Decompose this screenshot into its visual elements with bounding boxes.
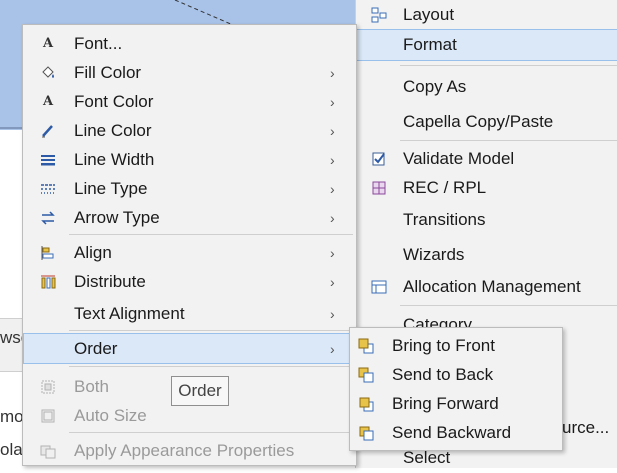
- menu-item-font-color[interactable]: A Font Color ›: [24, 87, 354, 116]
- submenu-arrow-icon: ›: [330, 93, 335, 110]
- submenu-arrow-icon: ›: [330, 122, 335, 139]
- menu-separator: [69, 432, 353, 433]
- layout-icon: [370, 6, 388, 24]
- submenu-arrow-icon: ›: [330, 151, 335, 168]
- line-type-icon: [38, 179, 58, 199]
- menu-item-bring-forward[interactable]: Bring Forward: [351, 389, 561, 418]
- background-text-fragment: mo: [0, 407, 24, 426]
- submenu-arrow-icon: ›: [330, 273, 335, 290]
- distribute-icon: [38, 272, 58, 292]
- menu-item-capella-copy-paste[interactable]: Capella Copy/Paste: [356, 107, 617, 137]
- menu-item-wizards[interactable]: Wizards: [356, 240, 617, 270]
- font-color-icon: A: [42, 94, 54, 109]
- menu-item-layout[interactable]: Layout: [356, 0, 617, 30]
- order-tooltip: Order: [171, 376, 229, 406]
- menu-item-validate-model[interactable]: Validate Model: [356, 144, 617, 174]
- menu-item-allocation-management[interactable]: Allocation Management: [356, 272, 617, 302]
- menu-item-line-width[interactable]: Line Width ›: [24, 145, 354, 174]
- both-size-icon: [38, 377, 58, 397]
- menu-item-transitions[interactable]: Transitions: [356, 205, 617, 235]
- rec-rpl-icon: [370, 179, 388, 197]
- menu-separator: [400, 140, 617, 141]
- menu-item-send-backward[interactable]: Send Backward: [351, 418, 561, 447]
- menu-item-send-to-back[interactable]: Send to Back: [351, 360, 561, 389]
- submenu-arrow-icon: ›: [330, 209, 335, 226]
- menu-item-text-alignment[interactable]: Text Alignment ›: [24, 299, 354, 328]
- send-backward-icon: [357, 424, 375, 442]
- align-icon: [38, 243, 58, 263]
- submenu-arrow-icon: ›: [330, 180, 335, 197]
- fill-color-icon: [38, 63, 58, 83]
- submenu-arrow-icon: ›: [330, 305, 335, 322]
- background-text-fragment: ola: [0, 440, 23, 459]
- menu-item-format[interactable]: Format: [355, 29, 617, 61]
- menu-item-distribute[interactable]: Distribute ›: [24, 267, 354, 296]
- order-submenu: Bring to Front Send to Back Bring Forwar…: [349, 327, 563, 451]
- allocation-icon: [370, 278, 388, 296]
- submenu-arrow-icon: ›: [330, 340, 335, 357]
- font-icon: A: [42, 36, 54, 51]
- menu-item-font[interactable]: A Font...: [24, 29, 354, 58]
- bring-forward-icon: [357, 395, 375, 413]
- submenu-arrow-icon: ›: [330, 244, 335, 261]
- menu-item-copy-as[interactable]: Copy As: [356, 72, 617, 102]
- validate-icon: [370, 150, 388, 168]
- auto-size-icon: [38, 406, 58, 426]
- menu-separator: [69, 234, 353, 235]
- apply-appearance-icon: [38, 441, 58, 461]
- line-width-icon: [38, 150, 58, 170]
- menu-separator: [69, 330, 353, 331]
- menu-item-order[interactable]: Order ›: [23, 333, 355, 364]
- menu-item-fill-color[interactable]: Fill Color ›: [24, 58, 354, 87]
- menu-item-arrow-type[interactable]: Arrow Type ›: [24, 203, 354, 232]
- menu-item-line-type[interactable]: Line Type ›: [24, 174, 354, 203]
- menu-item-line-color[interactable]: Line Color ›: [24, 116, 354, 145]
- submenu-arrow-icon: ›: [330, 64, 335, 81]
- bring-to-front-icon: [357, 337, 375, 355]
- menu-item-align[interactable]: Align ›: [24, 238, 354, 267]
- menu-separator: [400, 305, 617, 306]
- menu-item-rec-rpl[interactable]: REC / RPL: [356, 173, 617, 203]
- menu-separator: [69, 366, 353, 367]
- menu-separator: [400, 65, 617, 66]
- line-color-icon: [38, 121, 58, 141]
- menu-item-bring-to-front[interactable]: Bring to Front: [351, 331, 561, 360]
- send-to-back-icon: [357, 366, 375, 384]
- arrow-type-icon: [38, 208, 58, 228]
